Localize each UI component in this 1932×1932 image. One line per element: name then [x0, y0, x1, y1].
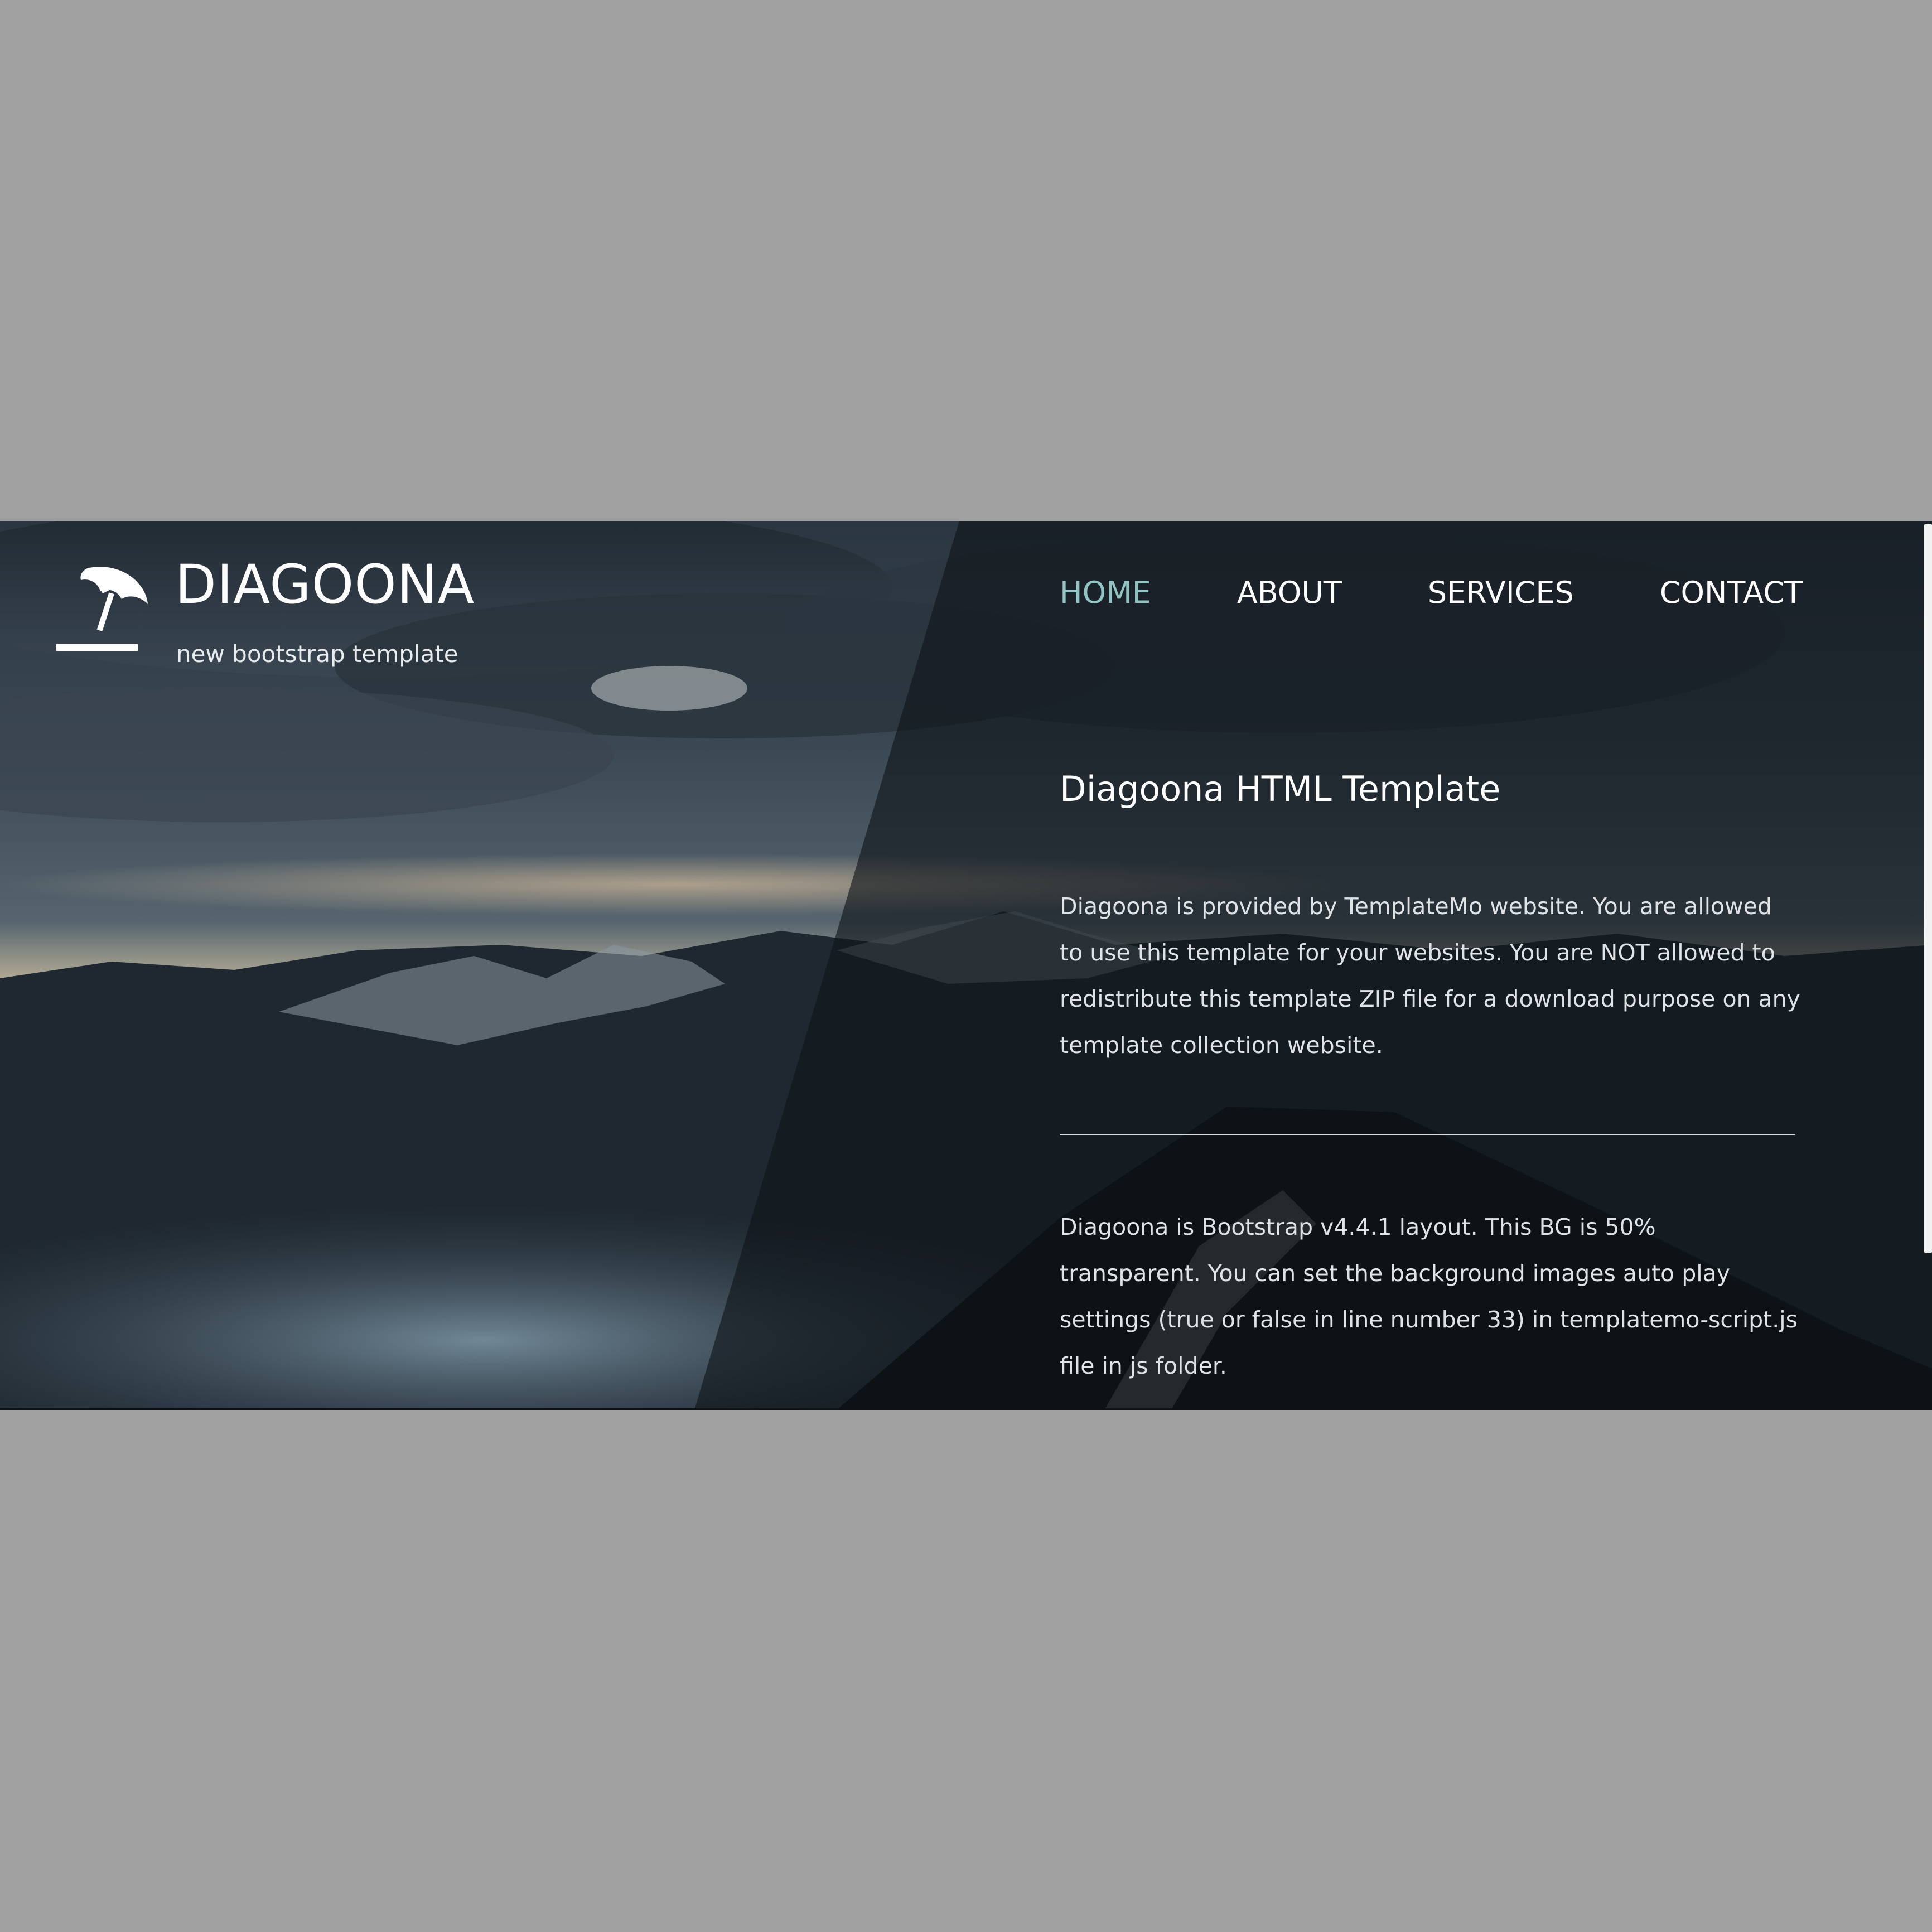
- brand-subtitle: new bootstrap template: [176, 640, 458, 668]
- nav-home-link[interactable]: HOME: [1060, 575, 1151, 610]
- page-scrollbar[interactable]: [1924, 524, 1932, 1253]
- intro-paragraph: Diagoona is provided by TemplateMo websi…: [1060, 893, 1800, 1059]
- beach-umbrella-icon[interactable]: [56, 562, 149, 657]
- page-heading: Diagoona HTML Template: [1060, 769, 1501, 809]
- info-paragraph: Diagoona is Bootstrap v4.4.1 layout. Thi…: [1060, 1214, 1798, 1379]
- main-nav: HOME ABOUT SERVICES CONTACT: [1060, 570, 1803, 615]
- nav-contact-link[interactable]: CONTACT: [1660, 575, 1803, 610]
- brand-title[interactable]: DIAGOONA: [175, 558, 475, 611]
- nav-about-link[interactable]: ABOUT: [1237, 575, 1342, 610]
- bottom-edge: [0, 1408, 1932, 1410]
- nav-services-link[interactable]: SERVICES: [1428, 575, 1574, 610]
- site-viewport: DIAGOONA new bootstrap template HOME ABO…: [0, 521, 1932, 1410]
- content-divider: [1060, 1134, 1795, 1135]
